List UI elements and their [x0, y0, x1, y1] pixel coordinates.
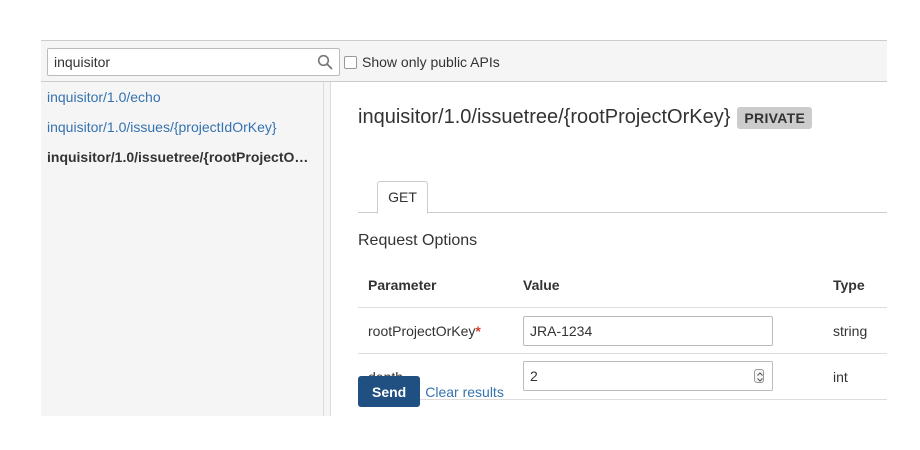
method-tabs: GET — [358, 181, 887, 214]
title-row: inquisitor/1.0/issuetree/{rootProjectOrK… — [358, 106, 813, 129]
depth-input[interactable] — [524, 362, 749, 390]
header-value: Value — [523, 277, 560, 293]
api-browser: Show only public APIs inquisitor/1.0/ech… — [41, 40, 887, 416]
actions: Send Clear results — [358, 376, 504, 407]
param-type: int — [833, 369, 848, 385]
header-parameter: Parameter — [368, 277, 437, 293]
status-badge: PRIVATE — [737, 106, 813, 129]
root-project-input[interactable] — [523, 316, 773, 346]
sidebar-item-echo[interactable]: inquisitor/1.0/echo — [47, 89, 161, 105]
required-marker: * — [475, 323, 481, 339]
toolbar: Show only public APIs — [41, 40, 887, 82]
params-header: Parameter Value Type — [358, 264, 887, 308]
public-only-toggle[interactable]: Show only public APIs — [344, 54, 500, 70]
param-name-text: rootProjectOrKey — [368, 323, 476, 339]
main-panel: inquisitor/1.0/issuetree/{rootProjectOrK… — [331, 82, 887, 416]
public-only-label: Show only public APIs — [362, 54, 500, 70]
tab-get[interactable]: GET — [377, 181, 428, 214]
search-box[interactable] — [47, 48, 340, 76]
header-type: Type — [833, 277, 865, 293]
search-icon[interactable] — [317, 54, 333, 70]
sidebar-item-issues[interactable]: inquisitor/1.0/issues/{projectIdOrKey} — [47, 119, 277, 135]
sidebar-resize-handle[interactable] — [324, 82, 331, 416]
send-button[interactable]: Send — [358, 376, 421, 407]
spinner-icon[interactable] — [754, 369, 764, 383]
page-title: inquisitor/1.0/issuetree/{rootProjectOrK… — [358, 106, 731, 128]
section-title: Request Options — [358, 232, 478, 249]
param-name: rootProjectOrKey* — [368, 323, 481, 339]
search-input[interactable] — [48, 49, 312, 75]
sidebar: inquisitor/1.0/echo inquisitor/1.0/issue… — [41, 82, 324, 416]
sidebar-item-issuetree[interactable]: inquisitor/1.0/issuetree/{rootProjectO… — [47, 149, 322, 165]
param-type: string — [833, 323, 868, 339]
depth-stepper[interactable] — [523, 361, 773, 391]
table-row: rootProjectOrKey* string — [358, 308, 887, 354]
public-only-checkbox[interactable] — [344, 55, 357, 69]
clear-results-link[interactable]: Clear results — [425, 384, 504, 400]
